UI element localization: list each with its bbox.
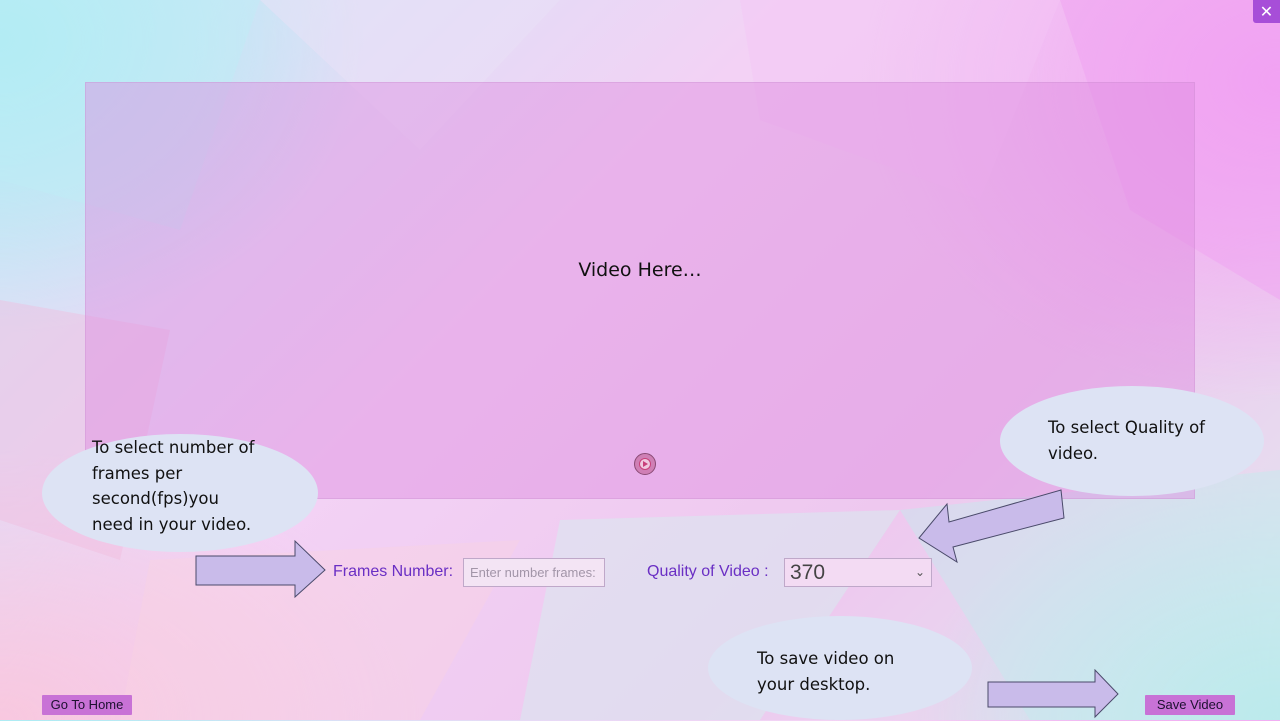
callout-line: To select Quality of (1048, 418, 1205, 437)
go-to-home-button[interactable]: Go To Home (42, 695, 132, 715)
arrow-right-icon (987, 669, 1119, 719)
play-button[interactable] (634, 453, 656, 475)
quality-select[interactable]: 370 ⌄ (784, 558, 932, 587)
video-placeholder-text: Video Here… (578, 259, 702, 281)
callout-quality-help: To select Quality of video. (1000, 386, 1264, 496)
arrow-down-left-icon (918, 489, 1065, 564)
save-video-button[interactable]: Save Video (1145, 695, 1235, 715)
callout-frames-help: To select number of frames per second(fp… (42, 434, 318, 552)
quality-selected-value: 370 (790, 561, 826, 584)
frames-number-label: Frames Number: (333, 563, 454, 580)
quality-label: Quality of Video : (647, 563, 769, 580)
callout-line: To select number of (92, 438, 255, 457)
callout-line: To save video on (757, 649, 895, 668)
callout-line: need in your video. (92, 514, 252, 534)
close-button[interactable]: ✕ (1253, 0, 1280, 23)
callout-line: video. (1048, 443, 1099, 463)
callout-save-help: To save video on your desktop. (708, 616, 972, 720)
callout-line: frames per (92, 463, 183, 483)
frames-number-input[interactable] (463, 558, 605, 587)
arrow-right-icon (195, 539, 326, 599)
callout-line: second(fps)you (92, 489, 219, 508)
close-icon: ✕ (1259, 2, 1274, 21)
callout-line: your desktop. (757, 674, 871, 694)
chevron-down-icon: ⌄ (914, 565, 925, 579)
